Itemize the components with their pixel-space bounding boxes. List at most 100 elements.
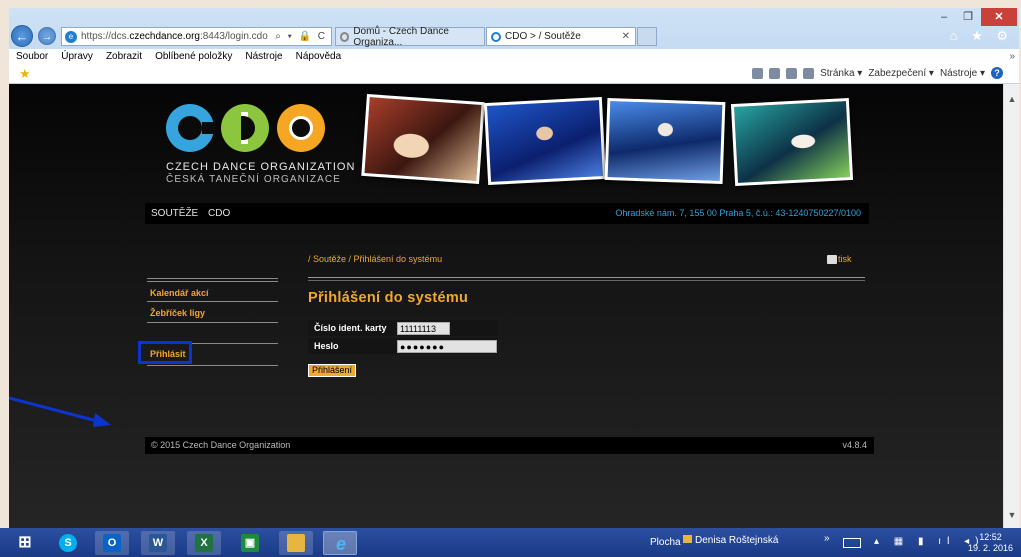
dance-photo (361, 93, 485, 185)
clock-date: 19. 2. 2016 (968, 543, 1014, 553)
tab-cdo-souteze[interactable]: CDO > / Soutěže ✕ (486, 27, 636, 46)
site-nav: SOUTĚŽE CDO Ohradské nám. 7, 155 00 Prah… (145, 203, 869, 224)
touch-keyboard-icon[interactable] (843, 538, 861, 548)
help-icon[interactable]: ? (991, 67, 1003, 79)
rss-icon[interactable] (769, 67, 781, 79)
annotation-arrow-icon (9, 396, 111, 427)
browser-chrome: ‒ ❐ ✕ ← → e https://dcs. czechdance.org:8… (9, 8, 1019, 84)
footer-version: v4.8.4 (842, 440, 867, 450)
taskbar-skype[interactable]: S (51, 531, 85, 555)
sidebar-item-kalendar[interactable]: Kalendář akcí (150, 288, 209, 298)
divider (308, 277, 865, 278)
store-icon: ▣ (241, 534, 259, 552)
taskbar-internet-explorer[interactable]: e (323, 531, 357, 555)
sidebar-divider (147, 301, 278, 302)
word-icon: W (149, 534, 167, 552)
folder-icon (287, 534, 305, 552)
page-viewport: CZECH DANCE ORGANIZATION ČESKÁ TANEČNÍ O… (9, 84, 1003, 528)
cmd-zabezpeceni[interactable]: Zabezpečení ▾ (868, 68, 934, 79)
password-input[interactable] (397, 340, 497, 353)
url-domain: czechdance.org (129, 31, 200, 42)
dance-photo (483, 96, 607, 186)
tab-domu[interactable]: Domů - Czech Dance Organiza... (335, 25, 485, 48)
printer-icon[interactable] (803, 67, 815, 79)
sidebar-divider (147, 322, 278, 323)
internet-explorer-icon: e (335, 534, 346, 554)
card-number-input[interactable] (397, 322, 450, 335)
arrow-left-icon: ← (15, 29, 29, 44)
clock[interactable]: 12:52 19. 2. 2016 (968, 532, 1013, 554)
scroll-down-icon[interactable]: ▼ (1004, 510, 1020, 520)
close-button[interactable]: ✕ (981, 8, 1017, 26)
card-number-label: Číslo ident. karty (314, 323, 387, 333)
taskbar: ⊞ S O W X ▣ e Plocha Denisa Roštejnská »… (0, 528, 1021, 557)
taskbar-word[interactable]: W (141, 531, 175, 555)
url-prefix: https://dcs. (81, 31, 130, 42)
scroll-up-icon[interactable]: ▲ (1004, 94, 1020, 104)
menu-oblibene[interactable]: Oblíbené položky (148, 49, 238, 64)
taskbar-file-explorer[interactable] (279, 531, 313, 555)
page-title: Přihlášení do systému (308, 290, 469, 306)
print-label: tisk (838, 254, 852, 264)
tab-close-icon[interactable]: ✕ (622, 31, 635, 42)
mail-icon[interactable] (786, 67, 798, 79)
maximize-button[interactable]: ❐ (958, 8, 978, 26)
menu-zobrazit[interactable]: Zobrazit (99, 49, 148, 64)
user-folder-toolbar[interactable]: Denisa Roštejnská (683, 535, 778, 546)
page-icon (491, 31, 501, 42)
dance-photo (604, 97, 726, 185)
cmd-nastroje[interactable]: Nástroje ▾ (940, 68, 985, 79)
add-favorite-icon[interactable]: ★ (19, 66, 31, 82)
logo-title: CZECH DANCE ORGANIZATION (166, 161, 356, 173)
taskbar-outlook[interactable]: O (95, 531, 129, 555)
home-icon[interactable] (752, 67, 764, 79)
taskbar-store[interactable]: ▣ (233, 531, 267, 555)
menu-bar: Soubor Úpravy Zobrazit Oblíbené položky … (9, 49, 1019, 64)
org-address: Ohradské nám. 7, 155 00 Praha 5, č.ú.: 4… (615, 208, 861, 218)
desktop-toolbar-label[interactable]: Plocha (650, 537, 681, 548)
breadcrumb[interactable]: / Soutěže / Přihlášení do systému (308, 254, 442, 264)
sidebar-divider (147, 365, 278, 366)
user-folder-label: Denisa Roštejnská (695, 535, 779, 546)
menu-soubor[interactable]: Soubor (9, 49, 54, 64)
login-submit-button[interactable]: Přihlášení (308, 364, 357, 377)
command-bar: ★ Stránka ▾ Zabezpečení ▾ Nástroje ▾ ? (9, 64, 1019, 84)
tab-title: Domů - Czech Dance Organiza... (353, 25, 449, 48)
toolbar-overflow-icon[interactable]: » (824, 533, 830, 544)
divider (308, 280, 865, 281)
password-label: Heslo (314, 341, 339, 351)
sidebar-item-login[interactable]: Přihlásit (150, 349, 186, 359)
new-tab-button[interactable] (637, 27, 657, 46)
arrow-right-icon: → (41, 31, 53, 43)
sidebar-divider (147, 281, 278, 282)
address-bar-icons[interactable]: ⌕ ▾ 🔒 C (275, 31, 331, 42)
tab-title: CDO > / Soutěže (505, 31, 581, 42)
menu-overflow-icon[interactable]: » (1002, 49, 1019, 64)
sidebar-item-zebricek[interactable]: Žebříček ligy (150, 308, 205, 318)
folder-icon (683, 535, 692, 543)
start-button[interactable]: ⊞ (8, 531, 42, 555)
footer-copyright: © 2015 Czech Dance Organization (151, 440, 291, 450)
taskbar-excel[interactable]: X (187, 531, 221, 555)
logo-c-icon (166, 104, 216, 152)
cmd-stranka[interactable]: Stránka ▾ (820, 68, 862, 79)
menu-napoveda[interactable]: Nápověda (289, 49, 348, 64)
nav-cdo[interactable]: CDO (208, 208, 230, 219)
menu-nastroje[interactable]: Nástroje (238, 49, 288, 64)
address-bar[interactable]: e https://dcs. czechdance.org:8443/login.… (61, 27, 332, 46)
printer-icon (827, 255, 837, 265)
logo-subtitle: ČESKÁ TANEČNÍ ORGANIZACE (166, 174, 341, 185)
skype-icon: S (59, 534, 77, 552)
home-favorites-tools-icons[interactable]: ⌂ ★ ⚙ (950, 28, 1013, 44)
minimize-button[interactable]: ‒ (934, 8, 954, 26)
menu-upravy[interactable]: Úpravy (54, 49, 99, 64)
vertical-scrollbar[interactable]: ▲ ▼ (1003, 84, 1019, 528)
back-button[interactable]: ← (11, 25, 33, 47)
clock-time: 12:52 (979, 532, 1002, 542)
excel-icon: X (195, 534, 213, 552)
print-link[interactable]: tisk (827, 254, 852, 265)
site-footer: © 2015 Czech Dance Organization v4.8.4 (145, 437, 874, 454)
nav-souteze[interactable]: SOUTĚŽE (151, 208, 198, 219)
form-row-card: Číslo ident. karty (308, 320, 498, 336)
forward-button[interactable]: → (38, 27, 56, 45)
